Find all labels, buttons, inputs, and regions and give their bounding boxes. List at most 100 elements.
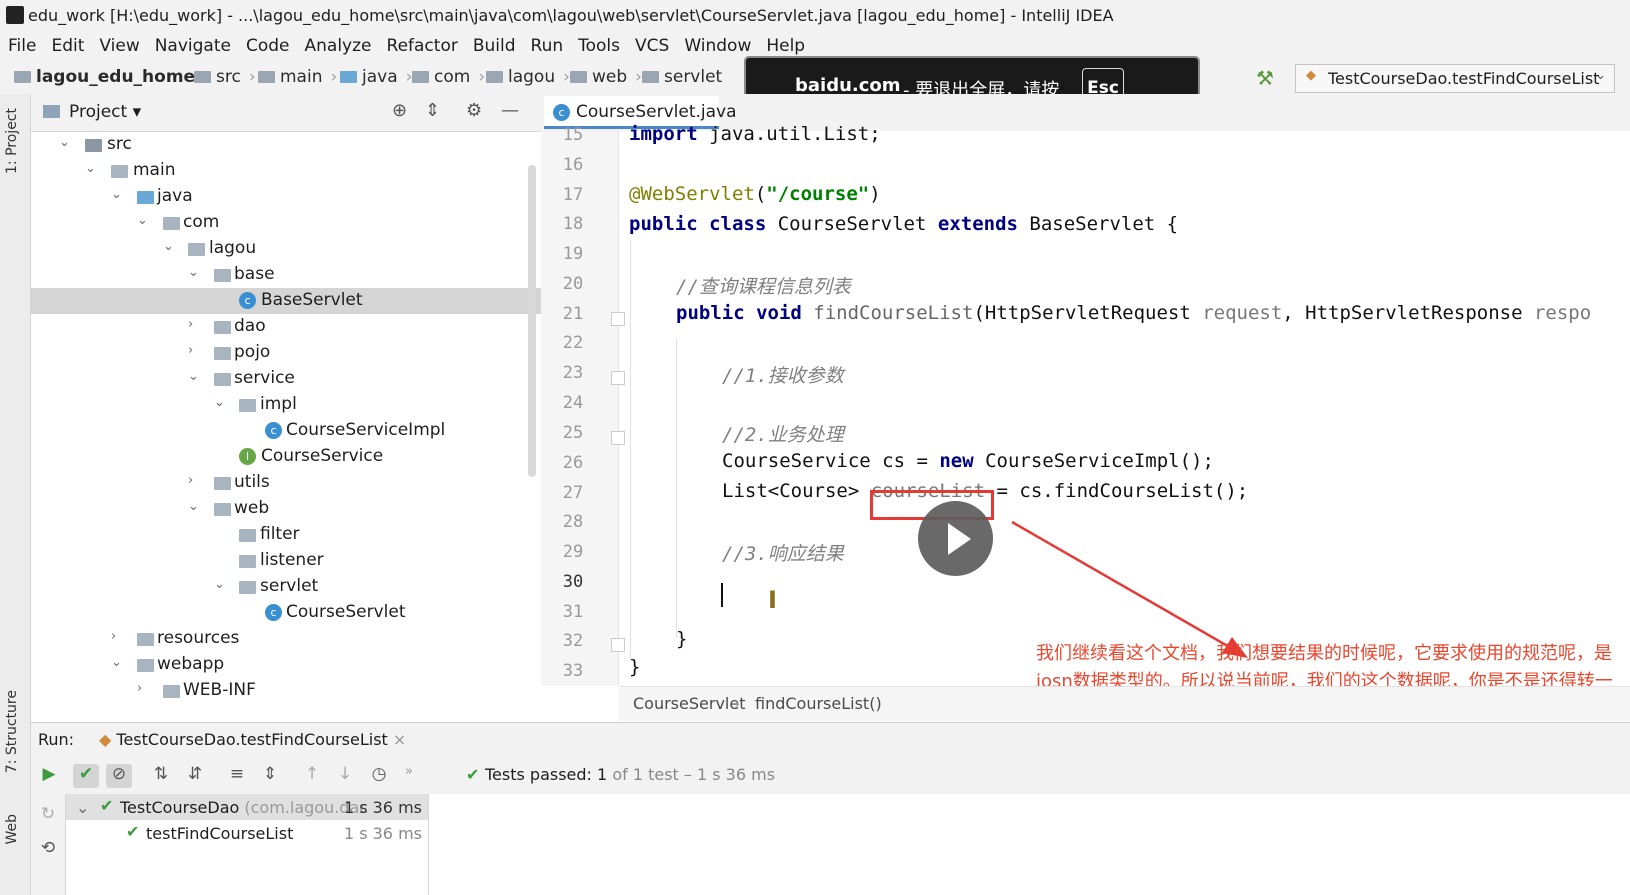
project-tree-scrollbar[interactable] (528, 165, 536, 477)
collapse-all-icon[interactable]: ⇕ (257, 764, 283, 788)
test-suite-row[interactable]: ⌄ ✔ TestCourseDao (com.lagou.dac 1 s 36 … (66, 794, 428, 820)
next-test-icon[interactable]: ↓ (332, 764, 358, 788)
sort-duration-icon[interactable]: ⇵ (182, 764, 208, 788)
tree-item-servlet[interactable]: ⌄ servlet (31, 574, 541, 600)
fold-marker-icon[interactable] (611, 638, 625, 652)
tree-item-dao[interactable]: › dao (31, 314, 541, 340)
menu-navigate[interactable]: Navigate (155, 36, 231, 56)
play-icon (948, 523, 971, 555)
tree-item-resources[interactable]: › resources (31, 626, 541, 652)
test-output-console[interactable] (429, 794, 1630, 895)
rerun-failed-icon[interactable]: ↻ (35, 804, 61, 828)
tree-item-service[interactable]: ⌄ service (31, 366, 541, 392)
tree-item-web[interactable]: ⌄ web (31, 496, 541, 522)
line-number-current: 30 (562, 572, 584, 592)
chevron-down-icon[interactable]: ⌄ (214, 577, 225, 592)
tree-item-src[interactable]: ⌄ src (31, 132, 541, 158)
tree-item-webapp[interactable]: ⌄ webapp (31, 652, 541, 678)
package-icon (642, 71, 659, 83)
gear-icon[interactable]: ⚙ (466, 100, 482, 121)
chevron-down-icon[interactable]: ⌄ (188, 499, 199, 514)
close-icon[interactable]: × (388, 730, 406, 749)
menu-file[interactable]: File (8, 36, 36, 56)
tree-item-baseservlet[interactable]: c BaseServlet (31, 288, 541, 314)
menu-run[interactable]: Run (531, 36, 564, 56)
minimize-icon[interactable]: — (501, 100, 519, 121)
tree-item-java[interactable]: ⌄ java (31, 184, 541, 210)
nav-crumb-label: web (592, 67, 628, 87)
tree-item-lagou[interactable]: ⌄ lagou (31, 236, 541, 262)
expand-all-icon[interactable]: ≡ (224, 764, 250, 788)
project-tool-tab[interactable]: 1: Project (4, 108, 20, 174)
chevron-right-icon[interactable]: › (111, 629, 116, 644)
tree-item-main[interactable]: ⌄ main (31, 158, 541, 184)
nav-crumb-com[interactable]: com › (412, 67, 485, 87)
breadcrumb-method[interactable]: findCourseList() (755, 694, 882, 713)
chevron-down-icon[interactable]: ⌄ (163, 239, 174, 254)
tree-item-web-inf[interactable]: › WEB-INF (31, 678, 541, 704)
chevron-right-icon[interactable]: › (188, 343, 193, 358)
show-ignored-icon[interactable]: ⊘ (106, 764, 132, 788)
nav-crumb-lagou[interactable]: lagou › (486, 67, 570, 87)
test-case-row[interactable]: ✔ testFindCourseList 1 s 36 ms (66, 820, 428, 846)
nav-crumb-java[interactable]: java › (340, 67, 412, 87)
menu-vcs[interactable]: VCS (635, 36, 669, 56)
more-icon[interactable]: » (396, 764, 422, 788)
video-play-button[interactable] (918, 501, 993, 576)
chevron-down-icon[interactable]: ⌄ (188, 265, 199, 280)
structure-tool-tab[interactable]: 7: Structure (4, 690, 20, 773)
menu-analyze[interactable]: Analyze (305, 36, 372, 56)
nav-crumb-src[interactable]: src › (194, 67, 256, 87)
menu-edit[interactable]: Edit (51, 36, 84, 56)
chevron-right-icon[interactable]: › (137, 681, 142, 696)
chevron-right-icon[interactable]: › (188, 317, 193, 332)
rerun-icon[interactable]: ▶ (36, 764, 62, 788)
tree-item-com[interactable]: ⌄ com (31, 210, 541, 236)
breadcrumb-class[interactable]: CourseServlet (633, 694, 745, 713)
nav-crumb-servlet[interactable]: servlet (642, 67, 722, 87)
nav-crumb-main[interactable]: main › (258, 67, 337, 87)
nav-crumb-project[interactable]: lagou_edu_home› (14, 67, 210, 87)
chevron-down-icon[interactable]: ⌄ (214, 395, 225, 410)
fold-marker-icon[interactable] (611, 371, 625, 385)
tree-item-base[interactable]: ⌄ base (31, 262, 541, 288)
chevron-down-icon[interactable]: ⌄ (111, 187, 122, 202)
menu-tools[interactable]: Tools (578, 36, 620, 56)
chevron-down-icon[interactable]: ⌄ (137, 213, 148, 228)
tree-item-filter[interactable]: filter (31, 522, 541, 548)
project-view-selector[interactable]: Project ▾ (69, 102, 141, 122)
menu-refactor[interactable]: Refactor (387, 36, 458, 56)
sort-alpha-icon[interactable]: ⇅ (148, 764, 174, 788)
previous-test-icon[interactable]: ↑ (299, 764, 325, 788)
fold-marker-icon[interactable] (611, 431, 625, 445)
chevron-down-icon[interactable]: ⌄ (59, 135, 70, 150)
web-tool-tab[interactable]: Web (4, 814, 20, 845)
chevron-down-icon[interactable]: ⌄ (111, 655, 122, 670)
chevron-down-icon[interactable]: ⌄ (85, 161, 96, 176)
tree-item-courseservlet[interactable]: c CourseServlet (31, 600, 541, 626)
menu-help[interactable]: Help (766, 36, 805, 56)
tree-item-pojo[interactable]: › pojo (31, 340, 541, 366)
tree-item-courseservice[interactable]: I CourseService (31, 444, 541, 470)
toggle-auto-test-icon[interactable]: ⟲ (35, 838, 61, 862)
menu-window[interactable]: Window (684, 36, 751, 56)
history-icon[interactable]: ◷ (366, 764, 392, 788)
run-configuration-select[interactable]: ◆ TestCourseDao.testFindCourseList ⌄ (1295, 64, 1615, 93)
run-tab[interactable]: ◆ TestCourseDao.testFindCourseList × (99, 730, 406, 749)
collapse-all-icon[interactable]: ⇕ (425, 100, 440, 121)
tree-item-impl[interactable]: ⌄ impl (31, 392, 541, 418)
locate-icon[interactable]: ⊕ (392, 100, 407, 121)
build-hammer-icon[interactable]: ⚒ (1256, 66, 1274, 90)
menu-code[interactable]: Code (246, 36, 290, 56)
chevron-right-icon[interactable]: › (188, 473, 193, 488)
chevron-down-icon[interactable]: ⌄ (188, 369, 199, 384)
chevron-down-icon[interactable]: ⌄ (76, 798, 89, 817)
tree-item-listener[interactable]: listener (31, 548, 541, 574)
show-passed-icon[interactable]: ✔ (73, 764, 99, 788)
menu-view[interactable]: View (99, 36, 139, 56)
nav-crumb-web[interactable]: web › (570, 67, 642, 87)
tree-item-courseserviceimpl[interactable]: c CourseServiceImpl (31, 418, 541, 444)
fold-marker-icon[interactable] (611, 312, 625, 326)
tree-item-utils[interactable]: › utils (31, 470, 541, 496)
menu-build[interactable]: Build (473, 36, 516, 56)
